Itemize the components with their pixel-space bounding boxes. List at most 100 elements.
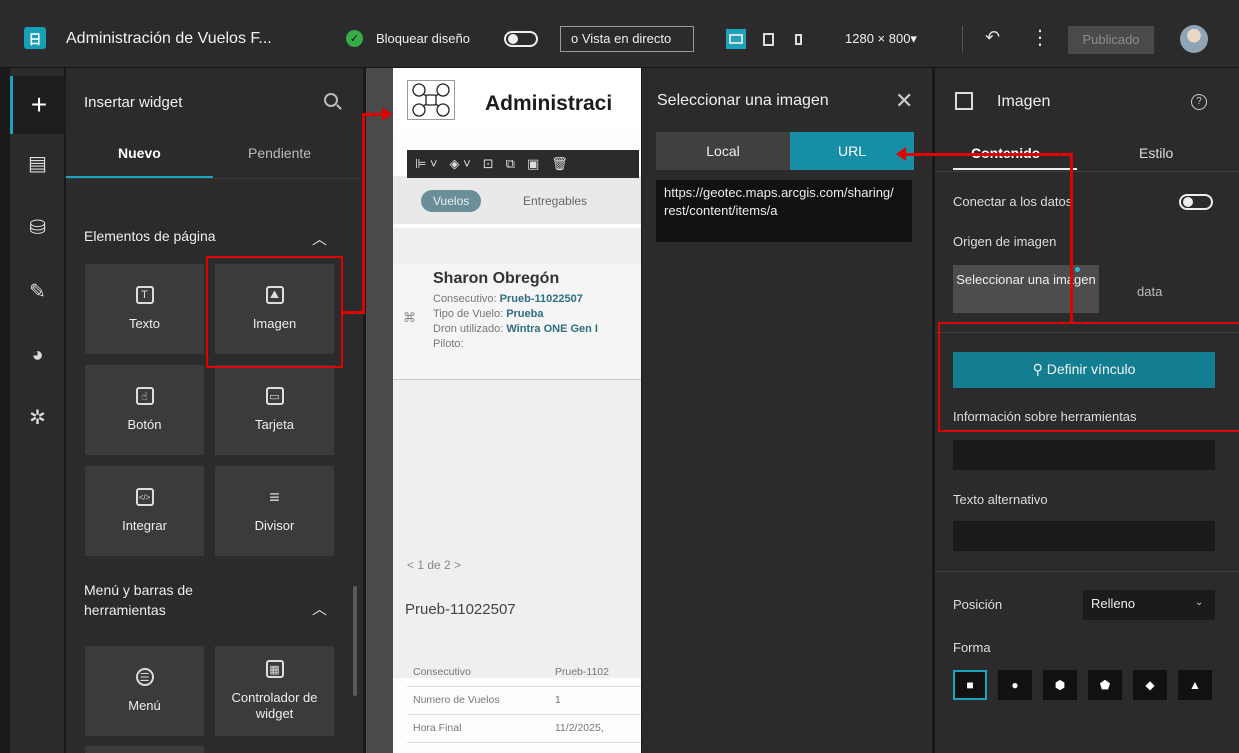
delete-icon[interactable]: 🗑 (551, 156, 568, 172)
tile-label: Menú (128, 698, 161, 713)
shape-hexagon-icon[interactable]: ⬢ (1043, 670, 1077, 700)
tab-underline (953, 168, 1077, 170)
widget-tile-button[interactable]: ☝ Botón (85, 365, 204, 455)
copy-icon[interactable]: ⧉ (506, 156, 515, 172)
annotation-line (362, 113, 384, 116)
connect-data-label: Conectar a los datos (953, 194, 1073, 209)
tab-new[interactable]: Nuevo (118, 145, 161, 161)
drone-icon: ⌘ (403, 310, 416, 325)
paste-icon[interactable]: ▣ (527, 156, 539, 172)
panel-title: Imagen (997, 93, 1051, 110)
annotation-line (1070, 153, 1073, 323)
flight-type-line: Tipo de Vuelo: Prueba (433, 308, 544, 320)
widget-tile-card[interactable]: ▭ Tarjeta (215, 365, 334, 455)
app-logo-icon[interactable]: 日 (24, 27, 46, 49)
tab-divider (935, 171, 1239, 172)
page-icon[interactable]: ▤ (10, 134, 65, 192)
divider-icon: ≡ (269, 486, 280, 507)
tab-flights[interactable]: Vuelos (421, 190, 482, 212)
image-source-label: Origen de imagen (953, 234, 1057, 249)
resolution-dropdown[interactable]: 1280 × 800▾ (845, 31, 917, 47)
alt-text-input[interactable] (953, 521, 1215, 551)
page-tabs: Vuelos Entregables (393, 176, 641, 224)
table-row: Hora Final 11/2/2025, (407, 714, 641, 743)
embed-icon: </> (135, 488, 154, 506)
scrollbar[interactable] (353, 586, 357, 696)
position-select[interactable]: Relleno ⌄ (1083, 590, 1215, 620)
widget-controller-icon: ▦ (265, 660, 284, 678)
annotation-box-image-tile (206, 256, 343, 368)
tab-deliverables[interactable]: Entregables (511, 190, 599, 212)
shape-diamond-icon[interactable]: ◆ (1133, 670, 1167, 700)
record-title: Prueb-11022507 (405, 601, 516, 618)
pilot-line: Piloto: (433, 338, 464, 350)
annotation-arrow (382, 107, 392, 121)
tablet-view-icon[interactable] (758, 29, 778, 49)
shape-label: Forma (953, 640, 991, 655)
search-icon[interactable] (324, 93, 338, 107)
undo-icon[interactable]: ↶ (985, 27, 1000, 48)
list-item[interactable]: Sharon Obregón ⌘ Consecutivo: Prueb-1102… (393, 264, 641, 380)
help-icon[interactable]: ? (1191, 94, 1207, 110)
lock-icon[interactable]: ⊡ (483, 156, 494, 172)
widget-tile-partial[interactable] (85, 746, 204, 753)
section-title-menus: Menú y barras de herramientas (84, 582, 193, 618)
tile-label: Divisor (254, 518, 295, 533)
divider (935, 571, 1239, 572)
tab-pending[interactable]: Pendiente (248, 145, 311, 161)
layers-icon[interactable]: ◈ ˅ (450, 156, 471, 172)
position-label: Posición (953, 597, 1003, 612)
lock-layout-label: Bloquear diseño (376, 31, 470, 46)
avatar[interactable] (1180, 25, 1208, 53)
theme-icon[interactable]: ◕ (10, 326, 65, 384)
tab-divider (66, 178, 363, 179)
shape-triangle-icon[interactable]: ▲ (1178, 670, 1212, 700)
desktop-view-icon[interactable] (726, 29, 746, 49)
shape-pentagon-icon[interactable]: ⬟ (1088, 670, 1122, 700)
widget-tile-widget-controller[interactable]: ▦ Controlador de widget (215, 646, 334, 736)
widget-tile-menu[interactable]: ☰ Menú (85, 646, 204, 736)
status-dot (1075, 267, 1080, 272)
panel-title: Insertar widget (84, 94, 183, 111)
more-options-icon[interactable]: ⋮ (1030, 25, 1050, 50)
select-image-button[interactable]: Seleccionar una imagen (953, 265, 1099, 313)
add-icon[interactable]: + (10, 76, 65, 134)
connect-data-toggle[interactable] (1179, 194, 1213, 210)
align-icon[interactable]: ⊫ ˅ (415, 156, 438, 172)
detail-table: Consecutivo Prueb-1102 Numero de Vuelos 1 … (407, 658, 641, 743)
live-view-button[interactable]: o Vista en directo (560, 26, 694, 52)
consecutive-line: Consecutivo: Prueb-11022507 (433, 293, 583, 305)
tile-label: Texto (128, 316, 161, 331)
close-icon[interactable]: ✕ (895, 88, 913, 114)
phone-view-icon[interactable] (788, 29, 808, 49)
lock-layout-toggle[interactable] (504, 31, 538, 47)
shape-square-icon[interactable]: ■ (953, 670, 987, 700)
publish-button[interactable]: Publicado (1068, 26, 1154, 54)
data-icon[interactable]: ⛁ (10, 198, 65, 256)
drone-line: Dron utilizado: Wintra ONE Gen I (433, 323, 598, 335)
chevron-up-icon[interactable]: ︿ (312, 228, 327, 249)
tools-icon[interactable]: ✎ (10, 262, 65, 320)
data-label: data (1137, 284, 1163, 299)
tab-style[interactable]: Estilo (1139, 145, 1173, 161)
card-icon: ▭ (265, 387, 284, 405)
tile-label: Controlador de widget (231, 690, 318, 721)
drone-logo-image[interactable] (407, 80, 455, 120)
settings-icon[interactable]: ✲ (10, 388, 65, 446)
widget-tile-divider[interactable]: ≡ Divisor (215, 466, 334, 556)
tab-local[interactable]: Local (656, 132, 790, 170)
annotation-arrow (896, 147, 906, 161)
icon-rail: + ▤ ⛁ ✎ ◕ ✲ (10, 68, 65, 753)
tooltip-input[interactable] (953, 440, 1215, 470)
page-header: Administraci (393, 68, 641, 130)
app-title[interactable]: Administración de Vuelos F... (66, 30, 272, 48)
page-preview: Administraci Vuelos Entregables Sharon O… (393, 68, 641, 753)
shape-circle-icon[interactable]: ● (998, 670, 1032, 700)
widget-tile-text[interactable]: T Texto (85, 264, 204, 354)
widget-tile-embed[interactable]: </> Integrar (85, 466, 204, 556)
button-icon: ☝ (135, 387, 154, 405)
chevron-up-icon[interactable]: ︿ (312, 598, 327, 619)
toolbar-divider (962, 26, 963, 52)
url-input[interactable]: https://geotec.maps.arcgis.com/sharing/r… (656, 180, 912, 242)
pager[interactable]: < 1 de 2 > (407, 558, 461, 572)
